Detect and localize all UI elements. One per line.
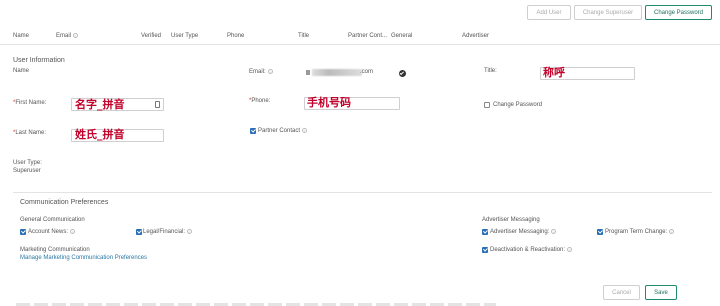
advertiser-messaging-label: Advertiser Messaging: i (490, 229, 557, 235)
column-header-advertiser[interactable]: Advertiser (462, 33, 489, 39)
column-header-phone[interactable]: Phone (227, 33, 244, 39)
email-value: .com (306, 68, 374, 77)
first-name-label: *First Name: (13, 100, 47, 106)
column-header-general[interactable]: General (391, 33, 412, 39)
change-password-button[interactable]: Change Password (645, 5, 712, 20)
section-divider (13, 192, 712, 193)
info-icon: i (551, 229, 557, 234)
info-icon: i (187, 229, 193, 234)
title-label: Title: (484, 68, 497, 74)
phone-label: *Phone: (249, 98, 271, 104)
save-button[interactable]: Save (645, 285, 677, 300)
cancel-button[interactable]: Cancel (603, 285, 640, 300)
program-term-change-checkbox[interactable] (597, 229, 603, 235)
change-password-label: Change Password (493, 102, 543, 108)
column-header-email[interactable]: Email i (56, 33, 79, 39)
user-information-title: User Information (13, 57, 65, 64)
phone-annotation: 手机号码 (307, 96, 351, 109)
email-label: Email: i (249, 69, 273, 75)
advertiser-messaging-checkbox[interactable] (482, 229, 488, 235)
last-name-label: *Last Name: (13, 130, 47, 136)
info-icon: i (669, 229, 675, 234)
info-icon: i (567, 247, 573, 252)
deactivation-reactivation-checkbox[interactable] (482, 247, 488, 253)
legal-financial-label: Legal/Financial: i (143, 229, 193, 235)
info-icon: i (267, 69, 273, 74)
column-header-title[interactable]: Title (298, 33, 309, 39)
change-password-checkbox[interactable] (484, 102, 490, 108)
general-communication-title: General Communication (20, 217, 85, 223)
program-term-change-label: Program Term Change: i (605, 229, 675, 235)
add-user-button[interactable]: Add User (527, 5, 571, 20)
manage-marketing-link[interactable]: Manage Marketing Communication Preferenc… (20, 255, 147, 261)
account-news-checkbox[interactable] (20, 229, 26, 235)
column-header-partner-contact[interactable]: Partner Cont... (348, 33, 387, 39)
contact-card-icon (155, 101, 160, 108)
user-type-value: Superuser (13, 168, 41, 174)
communication-preferences-title: Communication Preferences (20, 199, 109, 206)
verified-check-icon (399, 70, 406, 77)
info-icon: i (302, 128, 308, 133)
legal-financial-checkbox[interactable] (136, 229, 142, 235)
partner-contact-label: Partner Contact i (258, 128, 308, 134)
deactivation-reactivation-label: Deactivation & Reactivation: i (490, 247, 573, 253)
header-divider (0, 44, 720, 45)
email-domain: .com (360, 69, 374, 75)
email-prefix-redacted (306, 70, 310, 75)
partner-contact-checkbox[interactable] (250, 128, 256, 134)
column-header-verified[interactable]: Verified (141, 33, 161, 39)
column-header-user-type[interactable]: User Type (171, 33, 198, 39)
name-label: Name (13, 68, 30, 74)
first-name-annotation: 名字_拼音 (75, 98, 125, 111)
email-redacted (312, 69, 362, 76)
account-news-label: Account News: i (28, 229, 76, 235)
info-icon: i (70, 229, 76, 234)
marketing-communication-title: Marketing Communication (20, 247, 90, 253)
last-name-annotation: 姓氏_拼音 (75, 128, 125, 141)
change-superuser-button[interactable]: Change Superuser (574, 5, 642, 20)
user-type-label: User Type: (13, 160, 42, 166)
advertiser-messaging-title: Advertiser Messaging (482, 217, 540, 223)
info-icon: i (73, 33, 79, 38)
title-annotation: 称呼 (543, 66, 565, 79)
column-header-name[interactable]: Name (13, 33, 29, 39)
